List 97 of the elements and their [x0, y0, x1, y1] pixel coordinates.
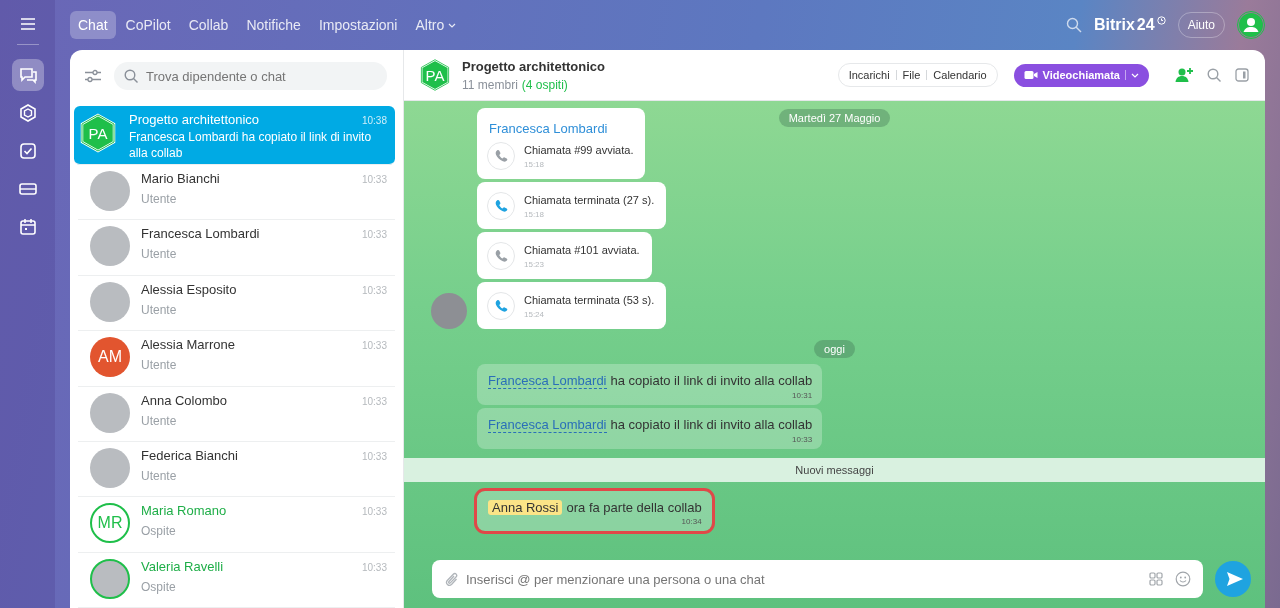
nav-tab[interactable]: Altro	[407, 11, 465, 39]
chat-name: Alessia Esposito	[141, 281, 237, 297]
message-time: 10:33	[791, 435, 813, 444]
chat-bubbles-icon[interactable]	[18, 66, 37, 84]
avatar: AM	[90, 337, 130, 378]
sidebar-toggle-icon[interactable]	[1235, 68, 1249, 82]
message-input-field[interactable]: Inserisci @ per menzionare una persona o una chat	[432, 560, 1203, 598]
call-text: Chiamata terminata (27 s).	[524, 193, 655, 206]
chat-list-item[interactable]: PA Progetto architettonico 10:38 Francesca Lombardi ha copiato il link di invito alla collab	[74, 106, 395, 165]
search-icon	[124, 69, 138, 83]
chat-name: Mario Bianchi	[141, 171, 220, 186]
panel-tab[interactable]: Incarichi	[842, 69, 896, 81]
chat-preview: Ospite	[141, 523, 177, 540]
message-text: ha copiato il link di invito alla collab	[610, 417, 813, 433]
call-text: Chiamata terminata (53 s).	[524, 293, 655, 306]
chat-preview: Utente	[141, 301, 178, 318]
search-field[interactable]: Trova dipendente o chat	[114, 62, 387, 90]
call-text: Chiamata #101 avviata.	[524, 243, 640, 256]
message-time: 15:24	[524, 309, 546, 319]
chat-list-item[interactable]: Francesca Lombardi 10:33 Utente	[78, 220, 395, 276]
chat-time: 10:33	[361, 340, 387, 352]
grid-icon[interactable]	[1149, 572, 1163, 586]
chat-preview: Utente	[141, 412, 178, 429]
group-avatar: PA	[78, 112, 118, 154]
hexagon-icon[interactable]	[18, 104, 37, 122]
chat-preview: Ospite	[141, 578, 177, 595]
message-time: 15:23	[524, 259, 546, 269]
video-call-button[interactable]: Videochiamata	[1013, 63, 1149, 87]
chat-time: 10:33	[361, 229, 387, 241]
nav-tab[interactable]: Collab	[180, 11, 237, 39]
message-text: ha copiato il link di invito alla collab	[610, 373, 813, 389]
chat-list-item[interactable]: Federica Bianchi 10:33 Utente	[78, 441, 395, 498]
panel-tab[interactable]: File	[896, 69, 927, 81]
chat-time: 10:33	[361, 395, 387, 407]
chat-name: Anna Colombo	[141, 392, 227, 408]
chat-preview: Utente	[141, 467, 178, 484]
filter-icon[interactable]	[84, 69, 102, 83]
send-button[interactable]	[1215, 561, 1251, 597]
nav-tab[interactable]: Chat	[70, 11, 116, 39]
chat-name: Federica Bianchi	[141, 447, 238, 463]
chat-preview: Utente	[141, 357, 178, 374]
mention-link[interactable]: Francesca Lombardi	[488, 417, 607, 433]
brand-logo: Bitrix24	[1093, 16, 1166, 34]
chat-time: 10:33	[361, 174, 387, 185]
message-time: 10:34	[680, 517, 702, 526]
chat-time: 10:33	[361, 284, 387, 296]
user-avatar-icon[interactable]	[1237, 11, 1265, 39]
chat-list-item[interactable]: Anna Colombo 10:33 Utente	[78, 386, 395, 442]
menu-icon[interactable]	[20, 18, 35, 30]
chat-time: 10:33	[361, 450, 387, 462]
nav-tab[interactable]: Notifiche	[238, 11, 309, 39]
emoji-icon[interactable]	[1175, 571, 1191, 587]
chat-list-item[interactable]: Alessia Esposito 10:33 Utente	[78, 275, 395, 332]
chat-name: Francesca Lombardi	[141, 226, 260, 242]
sender-name[interactable]: Francesca Lombardi	[489, 121, 634, 136]
chat-preview: Francesca Lombardi ha copiato il link di invito alla collab	[129, 129, 373, 161]
nav-tab[interactable]: Impostazioni	[310, 11, 406, 39]
clock-icon	[1156, 16, 1166, 25]
chat-name: Progetto architettonico	[129, 112, 260, 127]
guest-count: (4 ospiti)	[521, 77, 568, 92]
chat-list-item[interactable]: AM Alessia Marrone 10:33 Utente	[78, 331, 395, 387]
date-separator: oggi	[814, 340, 855, 358]
mention-tag[interactable]: Anna Rossi	[488, 500, 563, 515]
search-icon[interactable]	[1065, 17, 1082, 33]
group-avatar: PA	[418, 57, 452, 93]
chat-title: Progetto architettonico	[462, 58, 606, 74]
chat-list-item[interactable]: MR Maria Romano 10:33 Ospite	[78, 497, 395, 553]
search-icon[interactable]	[1207, 68, 1221, 82]
video-camera-icon	[1023, 70, 1038, 80]
add-user-icon[interactable]	[1175, 67, 1193, 83]
drive-icon[interactable]	[18, 180, 37, 198]
date-separator: Martedì 27 Maggio	[778, 109, 891, 127]
panel-tab[interactable]: Calendario	[927, 69, 993, 81]
chat-name: Maria Romano	[141, 503, 227, 519]
message-time: 15:18	[524, 209, 546, 219]
chat-name: Valeria Ravelli	[141, 558, 224, 574]
chat-list-item[interactable]: Mario Bianchi 10:33 Utente	[78, 165, 395, 221]
message-time: 10:31	[791, 391, 813, 400]
chat-list-item[interactable]: Valeria Ravelli 10:33 Ospite	[78, 552, 395, 608]
calendar-icon[interactable]	[18, 218, 37, 236]
checkbox-icon[interactable]	[18, 142, 37, 160]
message-text: ora fa parte della collab	[566, 500, 702, 515]
nav-tab[interactable]: CoPilot	[117, 11, 179, 39]
chat-name: Alessia Marrone	[141, 337, 235, 353]
chat-time: 10:38	[361, 115, 387, 126]
paperclip-icon[interactable]	[444, 571, 458, 587]
mention-link[interactable]: Francesca Lombardi	[488, 373, 607, 389]
chat-preview: Utente	[141, 191, 178, 207]
paper-plane-icon	[1225, 571, 1244, 587]
chat-preview: Utente	[141, 246, 178, 263]
member-count: 11 membri	[462, 77, 518, 92]
caret-icon[interactable]	[1131, 72, 1139, 78]
chat-time: 10:33	[361, 561, 387, 573]
call-text: Chiamata #99 avviata.	[524, 143, 634, 156]
message-time: 15:18	[524, 159, 546, 169]
avatar: MR	[90, 503, 130, 544]
chat-time: 10:33	[361, 506, 387, 518]
